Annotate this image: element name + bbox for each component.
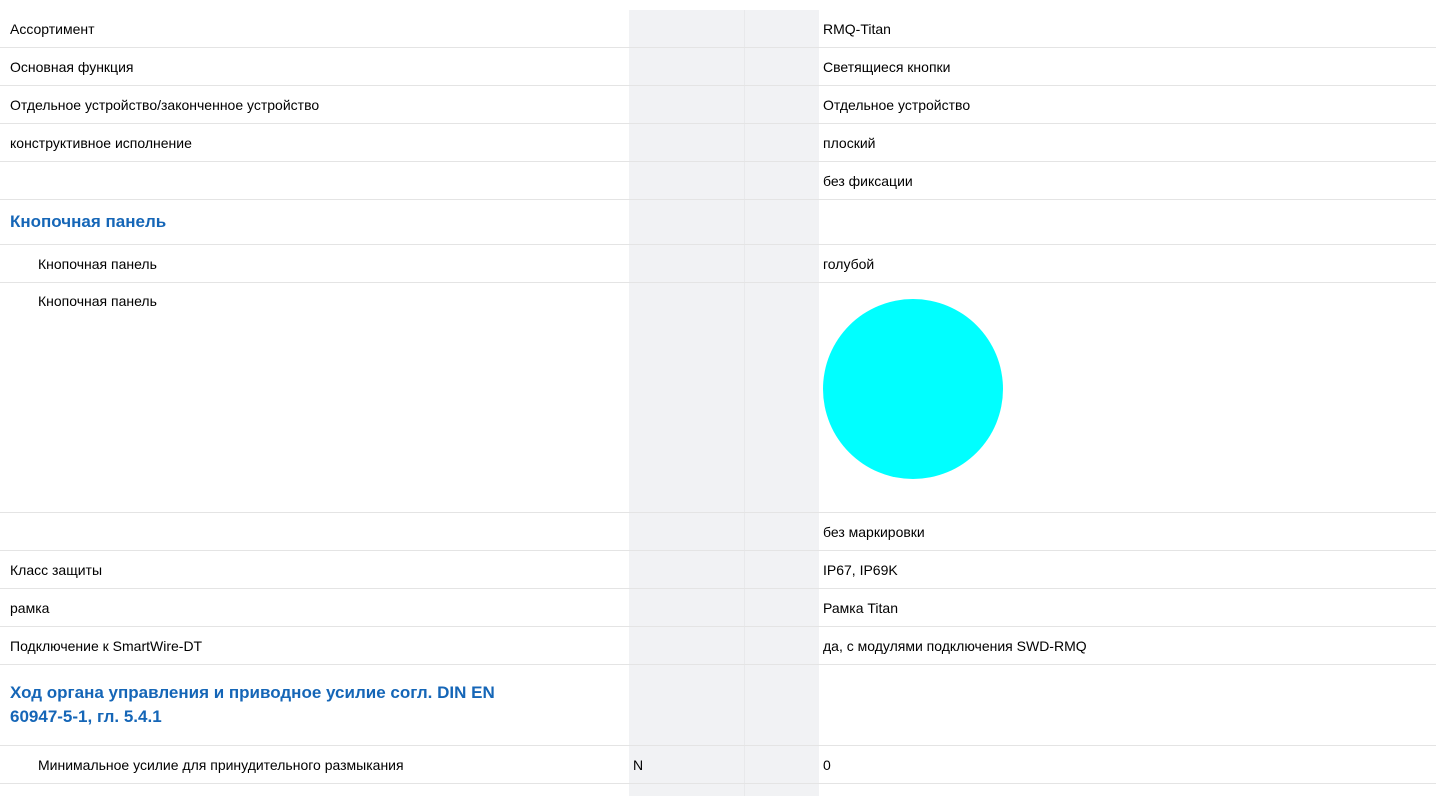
spec-row-design: конструктивное исполнение плоский xyxy=(0,123,1436,162)
row-unit-spacer xyxy=(744,664,819,746)
row-value xyxy=(819,664,1436,746)
section-header-actuation-travel: Ход органа управления и приводное усилие… xyxy=(0,664,1436,746)
row-unit-spacer xyxy=(744,47,819,86)
row-label: Минимальное усилие для принудительного р… xyxy=(0,745,629,784)
spec-row-smartwire: Подключение к SmartWire-DT да, с модулям… xyxy=(0,626,1436,665)
spec-row-assortment: Ассортимент RMQ-Titan xyxy=(0,10,1436,48)
row-value xyxy=(819,199,1436,245)
row-label: Подключение к SmartWire-DT xyxy=(0,626,629,665)
row-unit xyxy=(629,664,745,746)
row-unit-spacer xyxy=(744,282,819,513)
spec-row-protection-class: Класс защиты IP67, IP69K xyxy=(0,550,1436,589)
spec-row-frame: рамка Рамка Titan xyxy=(0,588,1436,627)
row-unit xyxy=(629,161,745,200)
section-title: Ход органа управления и приводное усилие… xyxy=(0,664,629,746)
row-unit-spacer xyxy=(744,745,819,784)
row-unit xyxy=(629,588,745,627)
color-swatch-circle xyxy=(823,299,1003,479)
row-value: RMQ-Titan xyxy=(819,10,1436,48)
spec-table: Ассортимент RMQ-Titan Основная функция С… xyxy=(0,10,1436,796)
section-title-line-2: 60947-5-1, гл. 5.4.1 xyxy=(10,707,162,726)
row-value: да, с модулями подключения SWD-RMQ xyxy=(819,626,1436,665)
row-unit xyxy=(629,85,745,124)
row-value: без маркировки xyxy=(819,512,1436,551)
clipped-section-heading xyxy=(10,0,50,4)
row-unit xyxy=(629,282,745,513)
row-label: Основная функция xyxy=(0,47,629,86)
row-value: голубой xyxy=(819,244,1436,283)
section-title: Кнопочная панель xyxy=(0,199,629,245)
row-label xyxy=(0,161,629,200)
row-unit xyxy=(629,199,745,245)
row-label: размеры передней панели xyxy=(0,783,629,796)
row-unit-spacer xyxy=(744,123,819,162)
row-unit xyxy=(629,512,745,551)
spec-row-main-function: Основная функция Светящиеся кнопки xyxy=(0,47,1436,86)
row-value: IP67, IP69K xyxy=(819,550,1436,589)
row-label: рамка xyxy=(0,588,629,627)
spec-row-latching: без фиксации xyxy=(0,161,1436,200)
row-unit xyxy=(629,626,745,665)
row-label: конструктивное исполнение xyxy=(0,123,629,162)
row-unit-spacer xyxy=(744,588,819,627)
row-label: Кнопочная панель xyxy=(0,244,629,283)
row-unit xyxy=(629,783,745,796)
row-label xyxy=(0,512,629,551)
row-value: Светящиеся кнопки xyxy=(819,47,1436,86)
row-unit xyxy=(629,47,745,86)
row-unit: N xyxy=(629,745,745,784)
spec-row-button-plate-swatch: Кнопочная панель xyxy=(0,282,1436,513)
row-value xyxy=(819,282,1436,513)
row-unit-spacer xyxy=(744,161,819,200)
row-value: без фиксации xyxy=(819,161,1436,200)
row-value: Рамка Titan xyxy=(819,588,1436,627)
row-label: Кнопочная панель xyxy=(0,282,629,513)
row-unit xyxy=(629,244,745,283)
row-unit-spacer xyxy=(744,550,819,589)
row-value: 22 x 22 xyxy=(819,783,1436,796)
section-header-button-plate: Кнопочная панель xyxy=(0,199,1436,245)
spec-row-device-type: Отдельное устройство/законченное устройс… xyxy=(0,85,1436,124)
row-value: 0 xyxy=(819,745,1436,784)
spec-row-button-plate-color: Кнопочная панель голубой xyxy=(0,244,1436,283)
section-title-line-1: Ход органа управления и приводное усилие… xyxy=(10,683,495,702)
row-value: Отдельное устройство xyxy=(819,85,1436,124)
spec-row-front-dimensions: размеры передней панели 22 x 22 xyxy=(0,783,1436,796)
row-label: Класс защиты xyxy=(0,550,629,589)
row-unit-spacer xyxy=(744,85,819,124)
row-unit-spacer xyxy=(744,512,819,551)
row-unit-spacer xyxy=(744,626,819,665)
row-unit-spacer xyxy=(744,244,819,283)
row-value: плоский xyxy=(819,123,1436,162)
row-unit xyxy=(629,123,745,162)
spec-row-marking: без маркировки xyxy=(0,512,1436,551)
row-unit-spacer xyxy=(744,10,819,48)
spec-row-min-opening-force: Минимальное усилие для принудительного р… xyxy=(0,745,1436,784)
row-label: Отдельное устройство/законченное устройс… xyxy=(0,85,629,124)
row-unit-spacer xyxy=(744,783,819,796)
spec-page: Ассортимент RMQ-Titan Основная функция С… xyxy=(0,0,1436,796)
row-unit-spacer xyxy=(744,199,819,245)
row-label: Ассортимент xyxy=(0,10,629,48)
row-unit xyxy=(629,550,745,589)
row-unit xyxy=(629,10,745,48)
